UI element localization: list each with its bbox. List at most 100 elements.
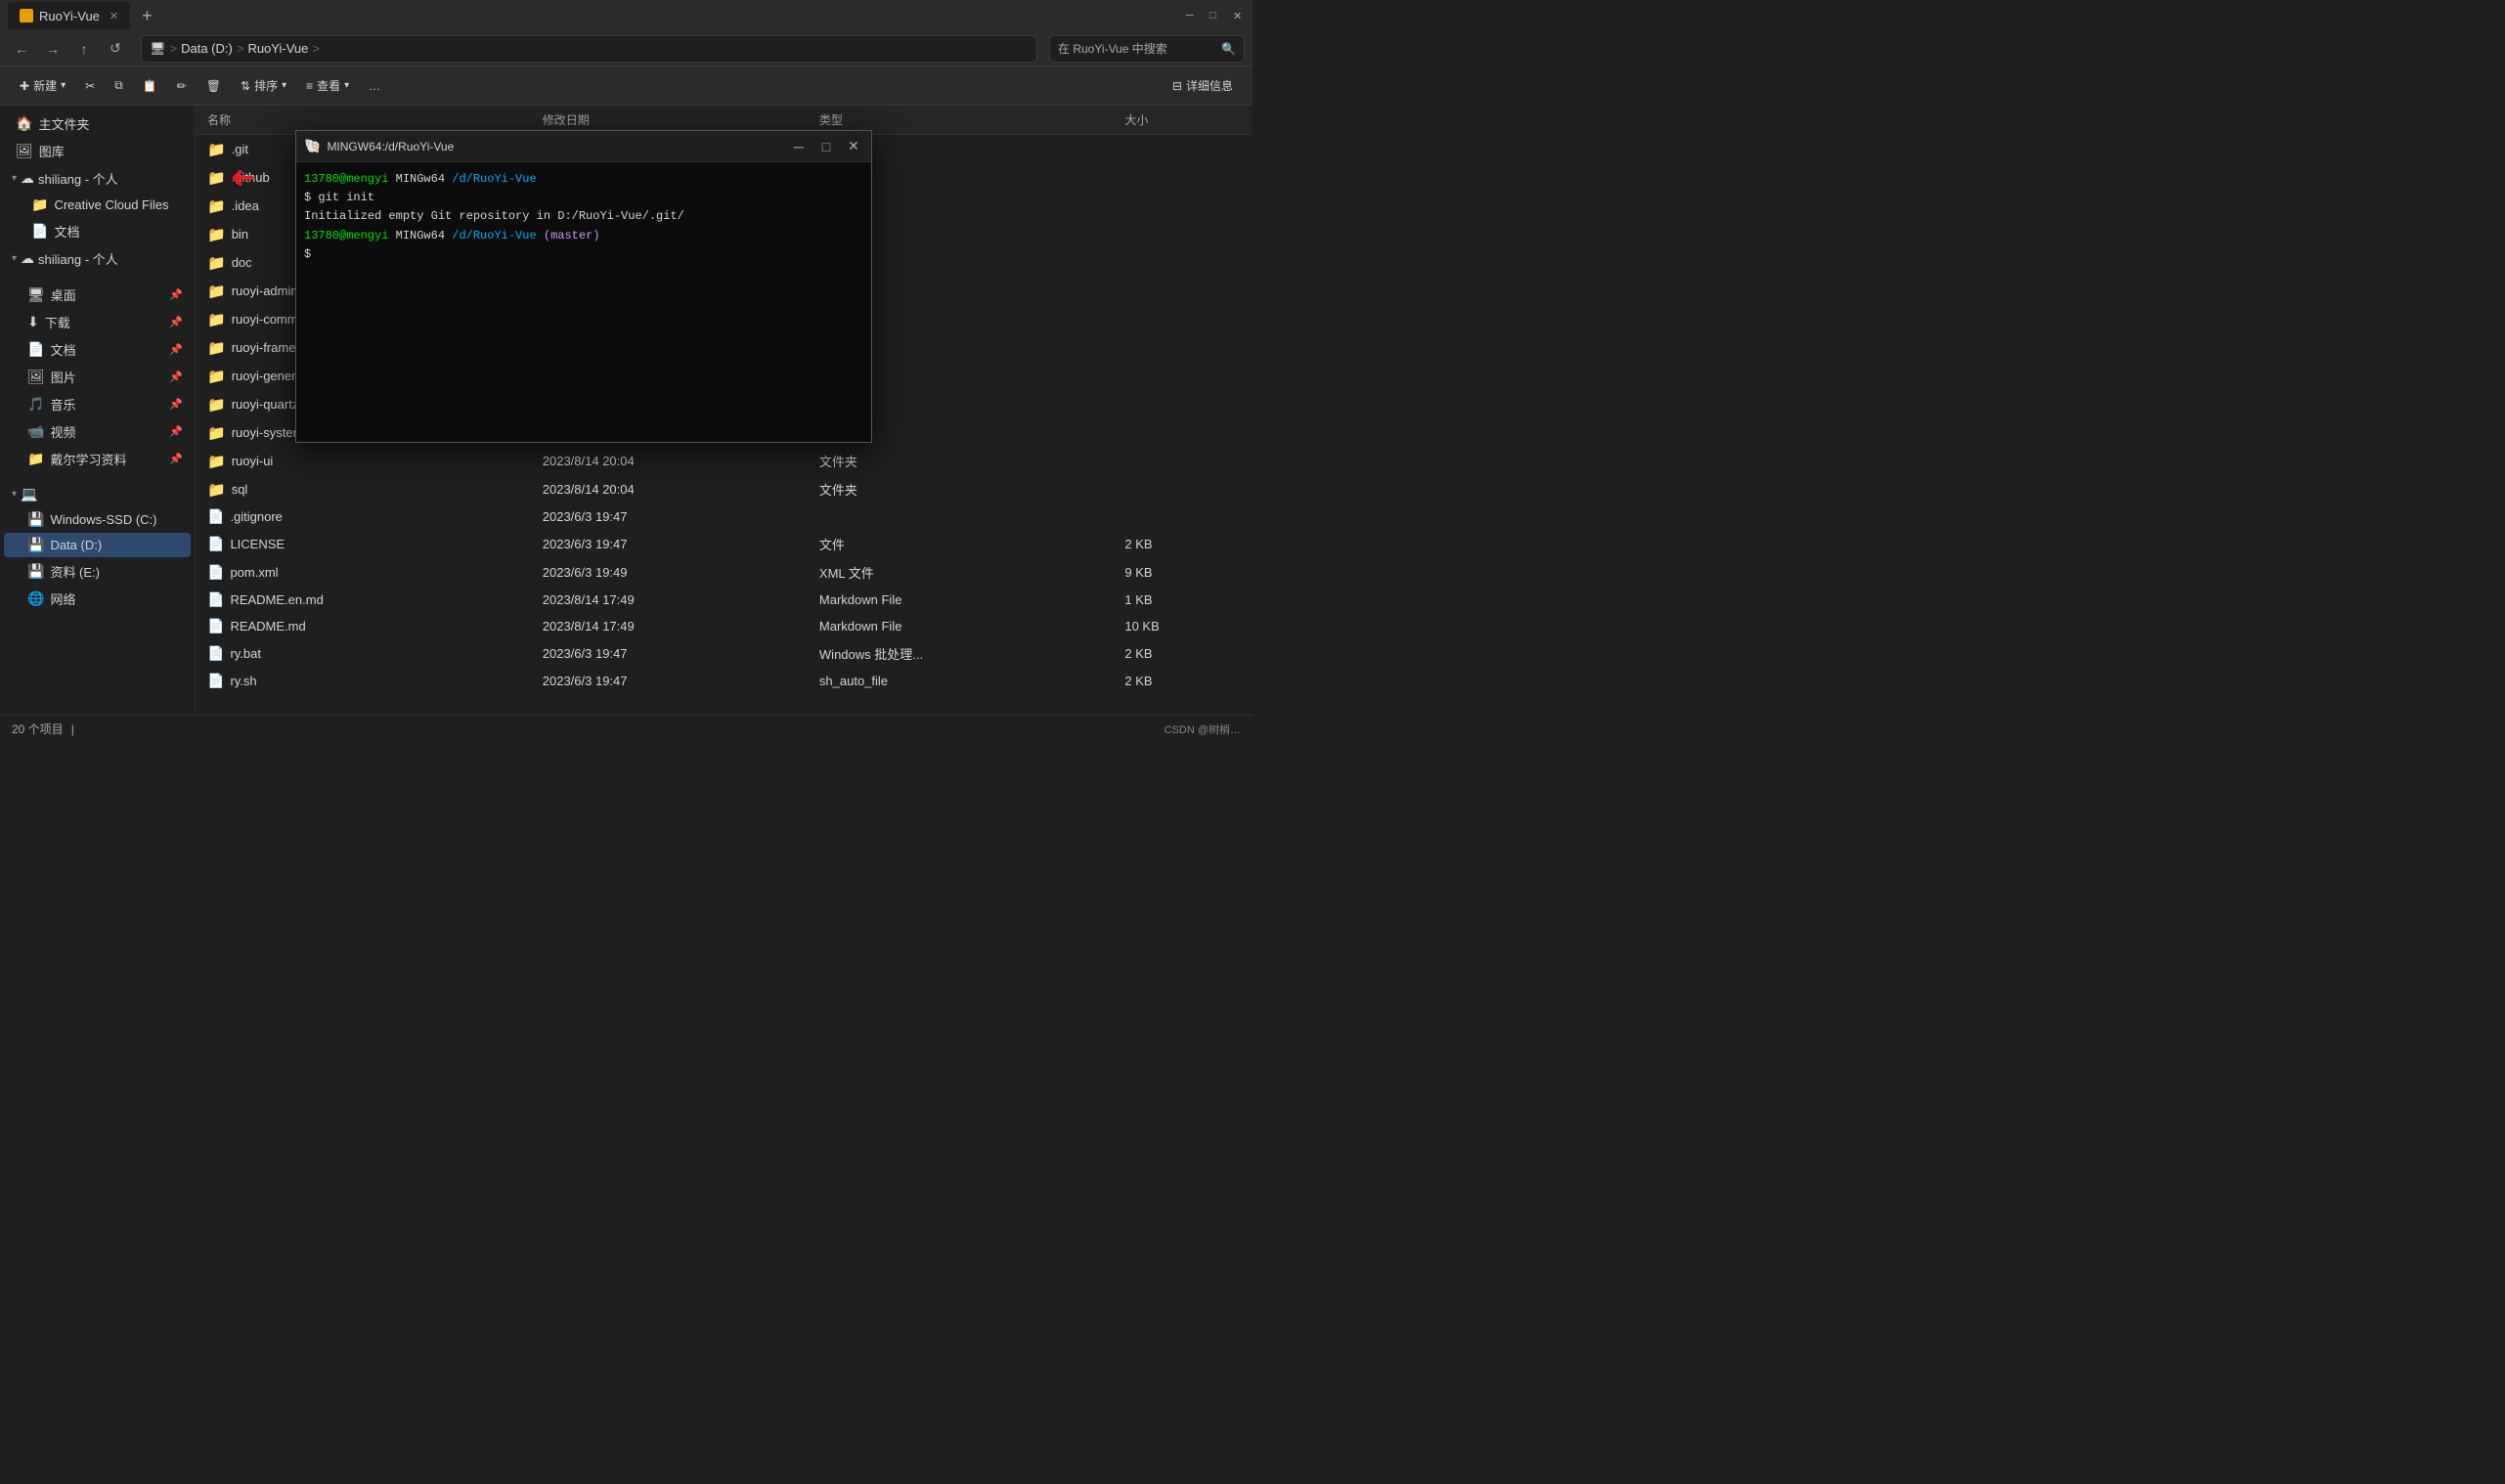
term-text-3: Initialized empty Git repository in D:/R… (304, 209, 684, 223)
sidebar-this-pc[interactable]: ▾ 💻 (4, 482, 191, 506)
search-icon: 🔍 (1221, 42, 1236, 56)
copy-button[interactable]: ⧉ (107, 74, 131, 97)
sidebar-item-network[interactable]: 🌐 网络 (4, 586, 191, 612)
terminal-line-1: 13780@mengyi MINGw64 /d/RuoYi-Vue (304, 170, 863, 189)
sidebar-cloud-group[interactable]: ▾ ☁ shiliang - 个人 (4, 165, 191, 192)
terminal-line-3: Initialized empty Git repository in D:/R… (304, 207, 863, 226)
terminal-window[interactable]: 🐚 MINGW64:/d/RuoYi-Vue ─ □ ✕ 13780@mengy… (295, 130, 872, 443)
terminal-titlebar: 🐚 MINGW64:/d/RuoYi-Vue ─ □ ✕ (296, 131, 871, 162)
rename-button[interactable]: ✏ (169, 75, 195, 97)
sidebar-item-home[interactable]: 🏠 主文件夹 (4, 110, 191, 137)
sidebar-item-videos[interactable]: 📹 视频 📌 (4, 418, 191, 445)
sidebar-item-documents[interactable]: 📄 文档 📌 (4, 336, 191, 363)
table-row[interactable]: 📄 README.md 2023/8/14 17:49 Markdown Fil… (196, 613, 1252, 639)
sidebar-item-c-drive[interactable]: 💾 Windows-SSD (C:) (4, 507, 191, 532)
sidebar-item-desktop[interactable]: 🖥 桌面 📌 (4, 282, 191, 308)
terminal-maximize-button[interactable]: □ (816, 137, 836, 156)
file-icon: 📁 (207, 226, 226, 243)
view-button[interactable]: ≡ 查看 ▾ (298, 73, 357, 98)
address-folder: RuoYi-Vue (247, 41, 308, 56)
cut-icon: ✂ (85, 79, 95, 93)
maximize-button[interactable]: □ (1209, 10, 1221, 22)
terminal-minimize-button[interactable]: ─ (789, 137, 809, 156)
sidebar-item-gallery[interactable]: 🖼 图库 (4, 138, 191, 164)
more-button[interactable]: … (361, 75, 388, 97)
file-icon: 📁 (207, 141, 226, 158)
sidebar-item-pictures[interactable]: 🖼 图片 📌 (4, 364, 191, 390)
file-size (1113, 163, 1252, 192)
close-window-button[interactable]: ✕ (1233, 10, 1245, 22)
table-row[interactable]: 📁 sql 2023/8/14 20:04 文件夹 (196, 475, 1252, 503)
file-icon: 📁 (207, 453, 226, 470)
minimize-button[interactable]: ─ (1186, 10, 1198, 22)
table-row[interactable]: 📄 README.en.md 2023/8/14 17:49 Markdown … (196, 587, 1252, 613)
sort-button[interactable]: ⇅ 排序 ▾ (233, 73, 294, 98)
delete-icon: 🗑 (206, 79, 221, 93)
file-modified: 2023/6/3 19:47 (531, 503, 808, 530)
sidebar-item-downloads[interactable]: ⬇ 下载 📌 (4, 309, 191, 335)
pin-icon-vid: 📌 (169, 425, 183, 438)
new-chevron: ▾ (61, 80, 66, 91)
sidebar-item-dell[interactable]: 📁 戴尔学习资料 📌 (4, 446, 191, 472)
pin-icon-music: 📌 (169, 398, 183, 411)
refresh-button[interactable]: ↺ (102, 35, 129, 63)
status-bar: 20 个项目 | CSDN @树梢… (0, 715, 1252, 742)
file-name-cell: 📄 .gitignore (196, 503, 531, 530)
chevron-down-icon3: ▾ (12, 489, 17, 500)
term-branch-4: (master) (544, 229, 600, 242)
sidebar-item-e-drive[interactable]: 💾 资料 (E:) (4, 558, 191, 585)
new-button[interactable]: ✚ 新建 ▾ (12, 73, 73, 98)
terminal-line-2: $ git init (304, 189, 863, 207)
file-name-cell: 📄 pom.xml (196, 558, 531, 587)
network-icon: 🌐 (27, 590, 44, 607)
creative-cloud-label: Creative Cloud Files (54, 197, 168, 212)
file-icon: 📄 (207, 645, 224, 662)
new-tab-button[interactable]: + (142, 6, 153, 26)
home-icon: 🏠 (16, 115, 32, 132)
file-name: ruoyi-system (232, 425, 304, 440)
paste-button[interactable]: 📋 (135, 75, 165, 97)
status-count: 20 个项目 (12, 720, 64, 737)
gallery-icon: 🖼 (16, 143, 33, 159)
col-size[interactable]: 大小 (1113, 106, 1252, 135)
sidebar-item-docs[interactable]: 📄 文档 (4, 218, 191, 244)
sidebar-item-d-drive[interactable]: 💾 Data (D:) (4, 533, 191, 557)
table-row[interactable]: 📄 ry.sh 2023/6/3 19:47 sh_auto_file 2 KB (196, 668, 1252, 694)
tab-close-button[interactable]: ✕ (110, 10, 118, 22)
file-size: 2 KB (1113, 639, 1252, 668)
forward-button[interactable]: → (39, 35, 66, 63)
details-button[interactable]: ⊟ 详细信息 (1165, 73, 1241, 98)
cloud-group2-label: shiliang - 个人 (38, 249, 118, 268)
red-arrow-indicator: ➜ (230, 158, 256, 196)
file-icon: 📄 (207, 536, 224, 552)
table-row[interactable]: 📄 ry.bat 2023/6/3 19:47 Windows 批处理... 2… (196, 639, 1252, 668)
file-name: doc (232, 255, 252, 270)
sidebar-item-creative-cloud[interactable]: 📁 Creative Cloud Files (4, 193, 191, 217)
address-bar[interactable]: 🖥 > Data (D:) > RuoYi-Vue > (141, 35, 1037, 63)
file-name-cell: 📄 ry.sh (196, 668, 531, 694)
term-app-4: MINGw64 (396, 229, 445, 242)
tab-ruoyi-vue[interactable]: RuoYi-Vue ✕ (8, 2, 130, 29)
table-row[interactable]: 📄 LICENSE 2023/6/3 19:47 文件 2 KB (196, 530, 1252, 558)
delete-button[interactable]: 🗑 (198, 75, 229, 97)
file-modified: 2023/6/3 19:47 (531, 668, 808, 694)
table-row[interactable]: 📁 ruoyi-ui 2023/8/14 20:04 文件夹 (196, 447, 1252, 475)
table-row[interactable]: 📄 .gitignore 2023/6/3 19:47 (196, 503, 1252, 530)
file-type: 文件夹 (808, 475, 1113, 503)
watermark: CSDN @树梢… (1165, 721, 1241, 737)
terminal-close-button[interactable]: ✕ (844, 137, 863, 156)
search-text: 在 RuoYi-Vue 中搜索 (1058, 40, 1167, 57)
cut-button[interactable]: ✂ (77, 75, 103, 97)
table-row[interactable]: 📄 pom.xml 2023/6/3 19:49 XML 文件 9 KB (196, 558, 1252, 587)
docs-icon: 📄 (31, 223, 48, 240)
tab-label: RuoYi-Vue (39, 9, 100, 23)
file-modified: 2023/6/3 19:49 (531, 558, 808, 587)
sort-label: 排序 (254, 77, 278, 94)
documents-icon: 📄 (27, 341, 44, 358)
up-button[interactable]: ↑ (70, 35, 98, 63)
sidebar-cloud-group2[interactable]: ▾ ☁ shiliang - 个人 (4, 245, 191, 272)
back-button[interactable]: ← (8, 35, 35, 63)
sidebar-item-music[interactable]: 🎵 音乐 📌 (4, 391, 191, 417)
search-bar[interactable]: 在 RuoYi-Vue 中搜索 🔍 (1049, 35, 1245, 63)
navigation-toolbar: ← → ↑ ↺ 🖥 > Data (D:) > RuoYi-Vue > 在 Ru… (0, 31, 1252, 66)
